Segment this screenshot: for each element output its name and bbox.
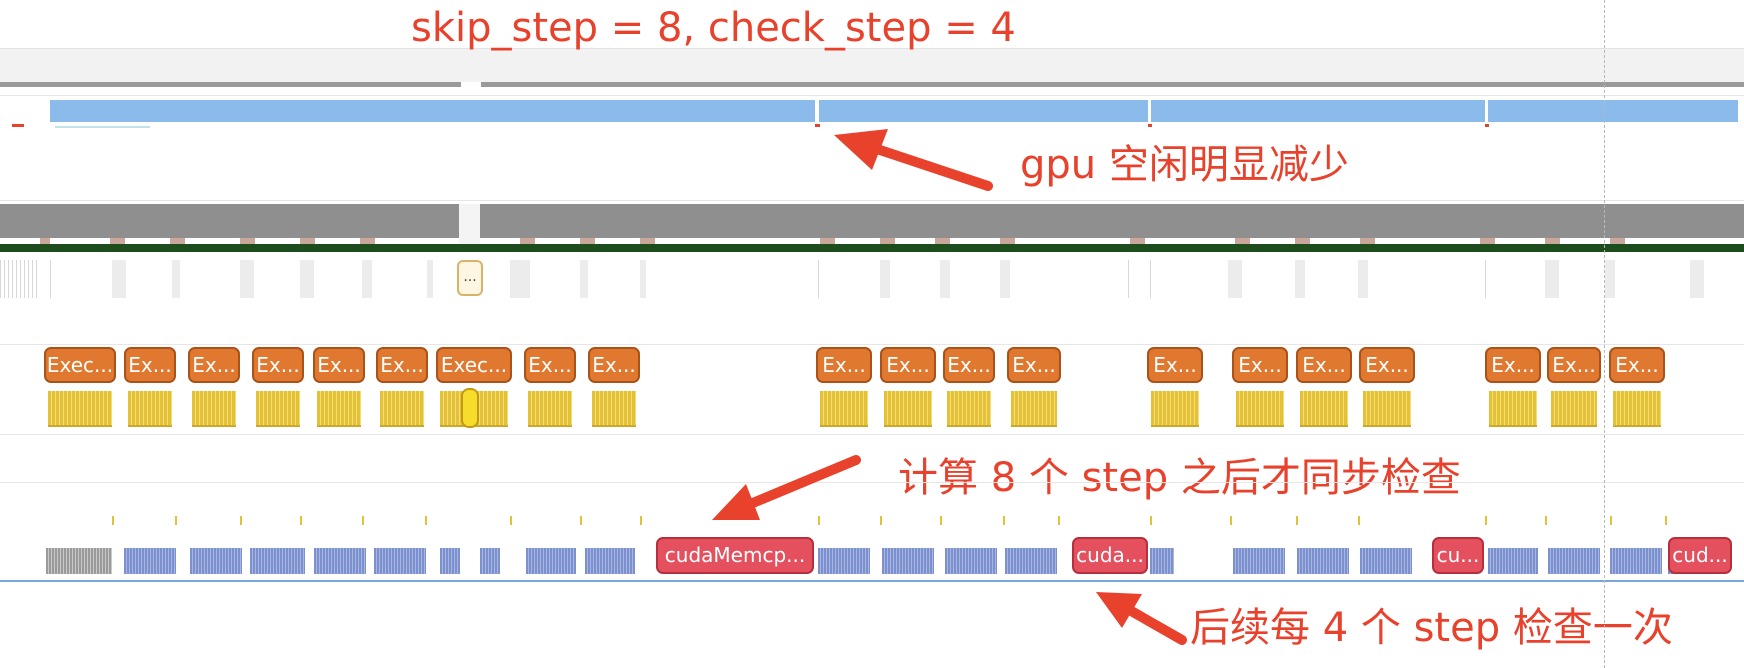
annotation-arrows	[712, 129, 1187, 645]
arrow-sync-after-8	[712, 455, 861, 520]
arrow-check-every-4	[1096, 592, 1187, 645]
arrow-gpu-idle	[834, 129, 993, 191]
